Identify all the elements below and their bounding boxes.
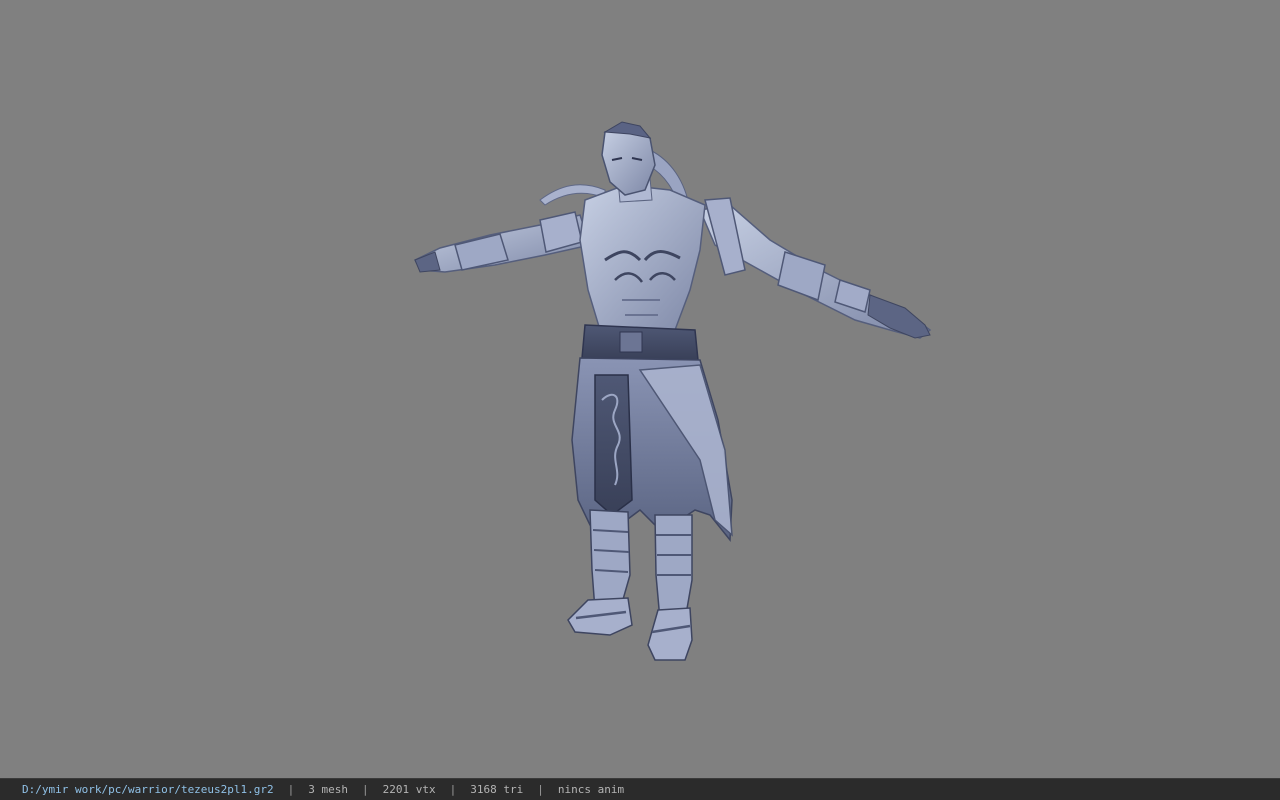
separator: | (362, 783, 369, 796)
separator: | (287, 783, 295, 796)
vertex-count: 2201 vtx (382, 783, 436, 796)
mesh-count: 3 mesh (308, 783, 349, 796)
triangle-count: 3168 tri (470, 783, 524, 796)
character-model (413, 121, 932, 661)
status-bar: D:/ymir work/pc/warrior/tezeus2pl1.gr2 |… (0, 778, 1280, 800)
separator: | (449, 783, 457, 796)
file-path: D:/ymir work/pc/warrior/tezeus2pl1.gr2 (22, 783, 274, 796)
separator: | (537, 783, 544, 796)
3d-viewport[interactable] (0, 0, 1280, 778)
animation-status: nincs anim (557, 783, 625, 796)
